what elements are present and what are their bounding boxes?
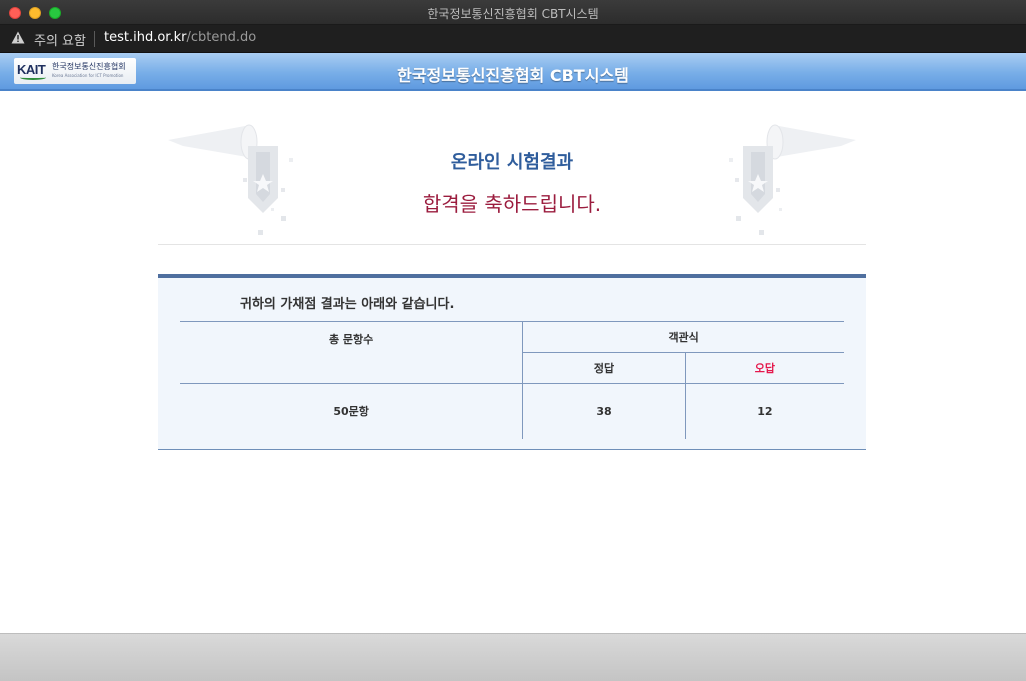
site-header: KAIT 한국정보통신진흥협회 Korea Association for IC… (0, 53, 1026, 91)
total-questions-value: 50문항 (180, 383, 524, 439)
wrong-count: 12 (685, 383, 844, 439)
correct-count: 38 (522, 383, 686, 439)
url-field[interactable]: test.ihd.or.kr/cbtend.do (104, 30, 256, 45)
url-path: /cbtend.do (186, 30, 257, 45)
correct-header: 정답 (522, 352, 686, 384)
trumpet-icon (729, 124, 856, 235)
security-warning-label[interactable]: 주의 요함 (34, 30, 86, 49)
page-footer (0, 633, 1026, 681)
address-bar[interactable]: 주의 요함 test.ihd.or.kr/cbtend.do (0, 25, 1026, 53)
total-questions-header: 총 문항수 (180, 321, 524, 384)
pass-message: 합격을 축하드립니다. (422, 192, 602, 216)
score-description: 귀하의 가채점 결과는 아래와 같습니다. (240, 297, 455, 312)
wrong-header: 오답 (685, 352, 844, 384)
address-separator (94, 31, 95, 47)
result-title: 온라인 시험결과 (450, 152, 574, 173)
url-host: test.ihd.or.kr (104, 30, 187, 45)
objective-header: 객관식 (522, 321, 844, 353)
window-titlebar: 한국정보통신진흥협회 CBT시스템 (0, 0, 1026, 25)
window-title: 한국정보통신진흥협회 CBT시스템 (427, 7, 599, 21)
score-table: 총 문항수 객관식 정답 오답 50문항 38 12 (180, 321, 844, 439)
score-panel: 귀하의 가채점 결과는 아래와 같습니다. 총 문항수 객관식 정답 오답 50… (158, 274, 866, 450)
trumpet-icon (168, 124, 293, 235)
site-title: 한국정보통신진흥협회 CBT시스템 (397, 66, 629, 85)
warning-icon (11, 31, 25, 44)
result-hero: 온라인 시험결과 합격을 축하드립니다. (158, 118, 866, 245)
